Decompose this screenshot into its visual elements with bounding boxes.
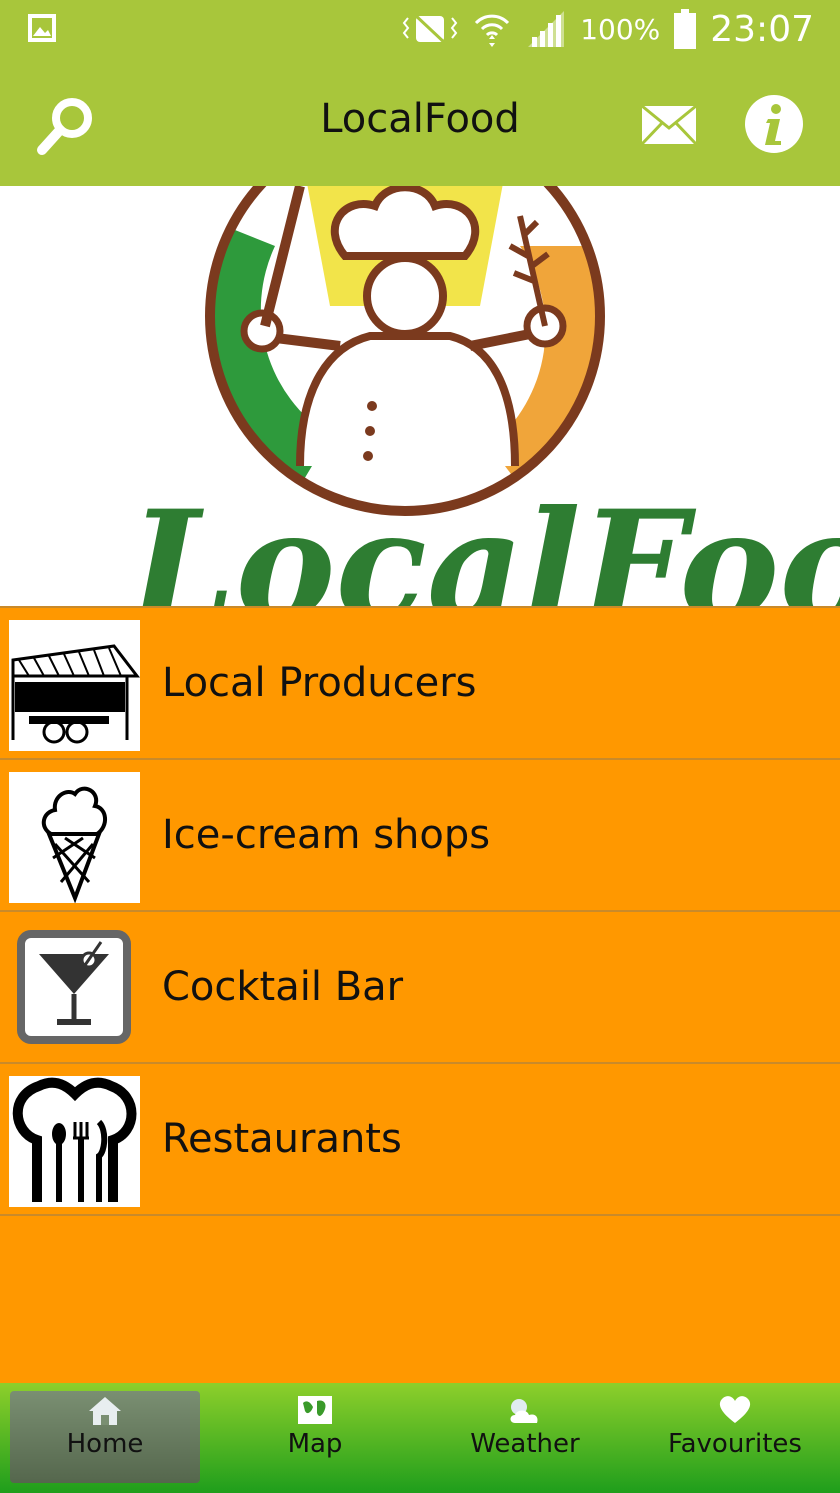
list-item-label: Local Producers [162, 660, 477, 706]
tab-label: Home [66, 1429, 144, 1459]
clock: 23:07 [710, 8, 814, 50]
bottom-navigation: Home Map Weather Favourites [0, 1383, 840, 1493]
mail-icon[interactable] [640, 104, 698, 146]
list-item-label: Ice-cream shops [162, 812, 491, 858]
restaurant-icon [9, 1076, 140, 1207]
wifi-icon [475, 14, 510, 47]
tab-home[interactable]: Home [0, 1383, 210, 1493]
list-item-label: Cocktail Bar [162, 964, 404, 1010]
list-item-label: Restaurants [162, 1116, 402, 1162]
list-item-cocktail-bar[interactable]: Cocktail Bar [0, 910, 840, 1062]
map-icon [298, 1396, 332, 1424]
battery-icon [674, 9, 697, 49]
ice-cream-icon [9, 772, 140, 904]
tab-label: Favourites [668, 1429, 802, 1459]
weather-icon [510, 1399, 538, 1423]
page-title: LocalFood [320, 96, 520, 142]
tab-weather[interactable]: Weather [420, 1383, 630, 1493]
home-icon [89, 1397, 121, 1425]
status-bar: 100% 23:07 [0, 0, 840, 58]
logo-text: LocalFood [126, 478, 840, 606]
tab-label: Map [287, 1429, 343, 1459]
signal-icon [528, 11, 565, 47]
logo-banner: LocalFood [0, 186, 840, 606]
market-stall-icon [9, 620, 141, 751]
info-icon[interactable] [744, 94, 804, 154]
list-item-restaurants[interactable]: Restaurants [0, 1062, 840, 1216]
vibrate-icon [402, 12, 458, 46]
category-list: Local Producers Ice-cream shops Cocktail… [0, 606, 840, 1216]
list-item-local-producers[interactable]: Local Producers [0, 606, 840, 758]
tab-favourites[interactable]: Favourites [630, 1383, 840, 1493]
app-bar: LocalFood [0, 58, 840, 186]
gallery-notification-icon [28, 14, 56, 42]
cocktail-icon [9, 924, 140, 1055]
list-item-ice-cream[interactable]: Ice-cream shops [0, 758, 840, 910]
tab-map[interactable]: Map [210, 1383, 420, 1493]
heart-icon [719, 1396, 751, 1423]
tab-label: Weather [470, 1429, 580, 1459]
battery-percent: 100% [580, 12, 661, 46]
localfood-logo: LocalFood [126, 186, 840, 606]
